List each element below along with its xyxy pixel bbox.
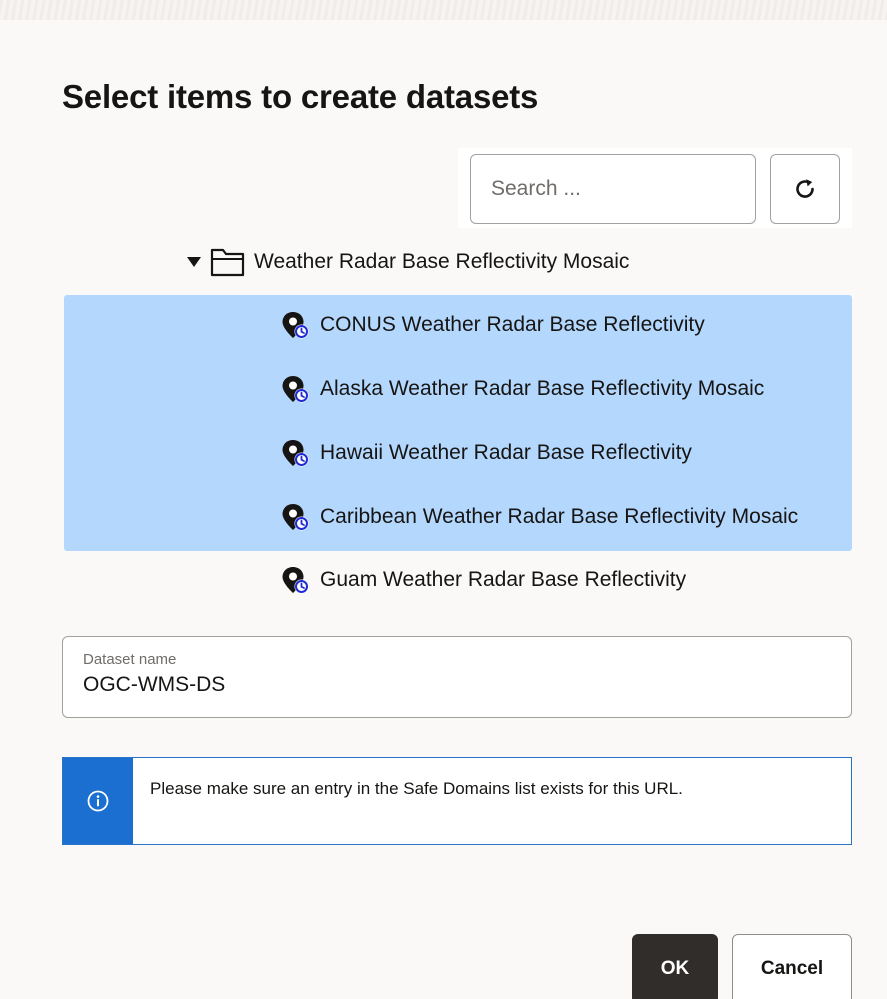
tree-item-label: Guam Weather Radar Base Reflectivity <box>320 568 687 591</box>
cancel-button[interactable]: Cancel <box>732 934 852 999</box>
tree-item[interactable]: Alaska Weather Radar Base Reflectivity M… <box>280 369 848 409</box>
map-layer-time-icon <box>282 567 309 594</box>
refresh-icon <box>796 179 814 198</box>
tree-item-label: Alaska Weather Radar Base Reflectivity M… <box>320 377 765 400</box>
caret-down-icon[interactable] <box>186 256 202 268</box>
search-input[interactable] <box>470 154 756 224</box>
tree-item[interactable]: Guam Weather Radar Base Reflectivity <box>280 560 848 600</box>
info-icon <box>87 790 109 812</box>
map-layer-time-icon <box>282 440 309 467</box>
tree-item-label: CONUS Weather Radar Base Reflectivity <box>320 313 705 336</box>
dataset-name-label: Dataset name <box>83 651 177 668</box>
tree-item[interactable]: Caribbean Weather Radar Base Reflectivit… <box>280 497 848 537</box>
tree-item-label: Hawaii Weather Radar Base Reflectivity <box>320 441 692 464</box>
tree-folder-label: Weather Radar Base Reflectivity Mosaic <box>254 250 630 273</box>
dataset-name-value[interactable]: OGC-WMS-DS <box>83 673 225 697</box>
dataset-name-field[interactable]: Dataset name OGC-WMS-DS <box>62 636 852 718</box>
map-layer-time-icon <box>282 504 309 531</box>
folder-icon <box>210 248 245 277</box>
tree-item[interactable]: CONUS Weather Radar Base Reflectivity <box>280 305 848 345</box>
ok-button[interactable]: OK <box>632 934 718 999</box>
info-stripe <box>63 758 133 844</box>
dialog-title: Select items to create datasets <box>62 78 539 115</box>
tree-folder-row[interactable]: Weather Radar Base Reflectivity Mosaic <box>186 242 629 282</box>
tree-item[interactable]: Hawaii Weather Radar Base Reflectivity <box>280 433 848 473</box>
info-message: Please make sure an entry in the Safe Do… <box>150 779 683 798</box>
background-header-strip <box>0 0 887 20</box>
map-layer-time-icon <box>282 376 309 403</box>
tree-item-label: Caribbean Weather Radar Base Reflectivit… <box>320 505 799 528</box>
info-message-box: Please make sure an entry in the Safe Do… <box>62 757 852 845</box>
map-layer-time-icon <box>282 312 309 339</box>
refresh-button[interactable] <box>770 154 840 224</box>
